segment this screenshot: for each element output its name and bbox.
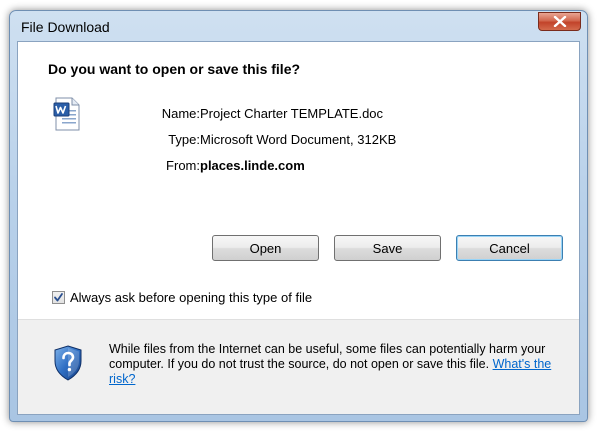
close-icon [553,16,567,27]
always-ask-option[interactable]: Always ask before opening this type of f… [52,290,312,305]
file-source-value: places.linde.com [200,158,305,173]
word-document-icon [53,97,81,136]
always-ask-checkbox[interactable] [52,291,65,304]
security-warning-panel: While files from the Internet can be use… [18,319,579,414]
warning-text: While files from the Internet can be use… [109,342,546,371]
file-type-value: Microsoft Word Document, 312KB [200,132,397,147]
dialog-client-area: Do you want to open or save this file? N… [17,41,580,415]
dialog-upper-section: Do you want to open or save this file? N… [18,42,579,319]
window-title: File Download [21,19,110,35]
close-button[interactable] [538,12,581,31]
security-warning-message: While files from the Internet can be use… [109,342,569,387]
file-name-value: Project Charter TEMPLATE.doc [200,106,384,121]
title-bar[interactable]: File Download [10,11,587,41]
security-shield-question-icon [53,345,83,386]
dialog-heading: Do you want to open or save this file? [48,61,301,77]
save-button[interactable]: Save [334,235,441,261]
from-label: From: [166,158,200,173]
file-source-row: From: places.linde.com [166,158,305,173]
name-label: Name: [161,106,200,121]
checkmark-icon [54,293,63,302]
file-download-window: File Download Do you want to open or sav… [9,10,588,422]
cancel-button[interactable]: Cancel [456,235,563,261]
file-name-row: Name: Project Charter TEMPLATE.doc [162,106,384,121]
file-type-row: Type: Microsoft Word Document, 312KB [168,132,397,147]
always-ask-label[interactable]: Always ask before opening this type of f… [70,290,312,305]
open-button[interactable]: Open [212,235,319,261]
type-label: Type: [168,132,200,147]
